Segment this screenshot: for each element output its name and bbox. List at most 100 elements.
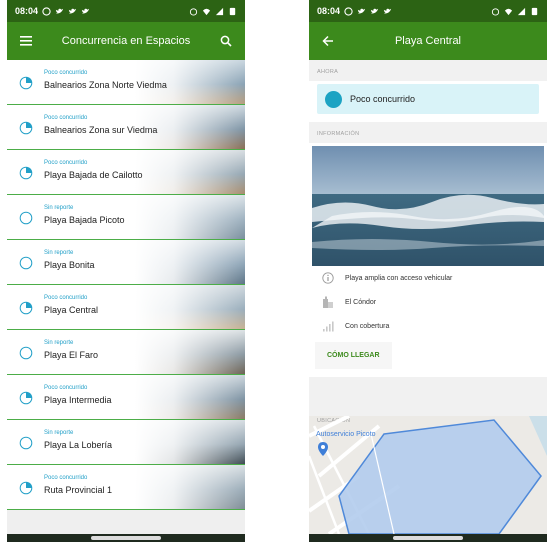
occupancy-low-icon <box>19 301 33 315</box>
whatsapp-icon <box>344 6 353 16</box>
thumbnail-fade <box>135 150 245 194</box>
occupancy-card: Poco concurrido <box>309 81 547 122</box>
occupancy-empty-icon <box>19 436 33 450</box>
back-button[interactable] <box>319 32 337 50</box>
app-title: Concurrencia en Espacios <box>61 35 191 47</box>
place-name: Playa Intermedia <box>44 395 112 405</box>
place-name: Playa La Lobería <box>44 440 113 450</box>
place-list-item[interactable]: Poco concurrido Balnearios Zona Norte Vie… <box>7 60 245 105</box>
signal-icon <box>321 319 335 333</box>
occupancy-low-icon <box>19 481 33 495</box>
occupancy-low-icon <box>19 121 33 135</box>
menu-button[interactable] <box>17 32 35 50</box>
battery-icon <box>229 7 236 15</box>
status-bar: 08:04 <box>7 0 245 22</box>
thumbnail-fade <box>135 330 245 374</box>
whatsapp-icon <box>42 6 51 16</box>
place-status: Poco concurrido <box>44 385 88 391</box>
buildings-icon <box>321 295 335 309</box>
occupancy-low-icon <box>19 76 33 90</box>
list-screen: 08:04 Concurrencia en Espacios Poco conc… <box>7 0 245 542</box>
place-list-item[interactable]: Poco concurrido Balnearios Zona sur Viedm… <box>7 105 245 150</box>
now-section-label: AHORA <box>317 69 339 75</box>
place-name: Ruta Provincial 1 <box>44 485 113 495</box>
occupancy-empty-icon <box>19 346 33 360</box>
info-icon <box>321 271 335 285</box>
map-pin-icon[interactable] <box>318 442 328 456</box>
battery-icon <box>531 7 538 15</box>
map-poi-label[interactable]: Autoservicio Picoto <box>316 431 376 438</box>
cell-signal-icon <box>517 7 526 15</box>
place-name: Playa El Faro <box>44 350 99 360</box>
place-name: Playa Bonita <box>44 260 95 270</box>
info-line-text: El Cóndor <box>345 298 377 306</box>
beach-photo <box>312 146 544 266</box>
place-list-item[interactable]: Sin reporte Playa Bonita <box>7 240 245 285</box>
place-status: Poco concurrido <box>44 160 88 166</box>
search-button[interactable] <box>217 32 235 50</box>
twitter-icon <box>383 8 392 14</box>
info-list: Playa amplia con acceso vehicular El Cónd… <box>309 266 547 338</box>
home-indicator[interactable] <box>91 536 161 540</box>
occupancy-low-icon <box>19 166 33 180</box>
thumbnail-fade <box>135 285 245 329</box>
app-bar: Concurrencia en Espacios <box>7 22 245 60</box>
place-status: Sin reporte <box>44 340 74 346</box>
info-line-text: Con cobertura <box>345 322 390 330</box>
place-status: Sin reporte <box>44 205 74 211</box>
info-section-label: INFORMACIÓN <box>317 131 360 137</box>
thumbnail-fade <box>135 195 245 239</box>
place-name: Balnearios Zona sur Viedma <box>44 125 158 135</box>
occupancy-empty-icon <box>19 211 33 225</box>
twitter-icon <box>55 8 64 14</box>
app-bar: Playa Central <box>309 22 547 60</box>
info-line: Con cobertura <box>309 314 547 338</box>
back-arrow-icon <box>322 35 333 47</box>
wifi-icon <box>504 8 513 15</box>
info-line: El Cóndor <box>309 290 547 314</box>
cell-signal-icon <box>215 7 224 15</box>
place-status: Poco concurrido <box>44 70 88 76</box>
twitter-icon <box>68 8 77 14</box>
beach-photo-image <box>312 146 544 266</box>
wifi-icon <box>202 8 211 15</box>
place-list-item[interactable]: Poco concurrido Playa Central <box>7 285 245 330</box>
occupancy-status-text: Poco concurrido <box>350 94 416 104</box>
thumbnail-fade <box>135 375 245 419</box>
directions-button[interactable]: CÓMO LLEGAR <box>315 342 392 369</box>
place-list-item[interactable]: Sin reporte Playa El Faro <box>7 330 245 375</box>
place-list-item[interactable]: Poco concurrido Playa Intermedia <box>7 375 245 420</box>
place-list-item[interactable]: Sin reporte Playa Bajada Picoto <box>7 195 245 240</box>
location-map[interactable]: UBICACIÓN Autoservicio Picoto <box>309 416 547 534</box>
twitter-icon <box>357 8 366 14</box>
place-name: Playa Central <box>44 305 99 315</box>
place-status: Poco concurrido <box>44 475 88 481</box>
place-list-item[interactable]: Poco concurrido Playa Bajada de Cailotto <box>7 150 245 195</box>
thumbnail-fade <box>135 240 245 284</box>
system-nav-bar <box>309 534 547 542</box>
twitter-icon <box>370 8 379 14</box>
status-time: 08:04 <box>317 6 341 16</box>
place-status: Sin reporte <box>44 250 74 256</box>
place-name: Balnearios Zona Norte Viedma <box>44 80 167 90</box>
place-name: Playa Bajada Picoto <box>44 215 125 225</box>
alarm-icon <box>189 7 198 16</box>
info-line: Playa amplia con acceso vehicular <box>309 266 547 290</box>
info-line-text: Playa amplia con acceso vehicular <box>345 274 453 282</box>
thumbnail-fade <box>135 465 245 509</box>
home-indicator[interactable] <box>393 536 463 540</box>
search-icon <box>220 35 232 47</box>
occupancy-indicator-icon <box>325 90 342 108</box>
occupancy-low-icon <box>19 391 33 405</box>
detail-screen: 08:04 Playa Central AHORA Poco concurrid… <box>309 0 547 542</box>
place-status: Sin reporte <box>44 430 74 436</box>
place-list-item[interactable]: Poco concurrido Ruta Provincial 1 <box>7 465 245 510</box>
system-nav-bar <box>7 534 245 542</box>
occupancy-empty-icon <box>19 256 33 270</box>
alarm-icon <box>491 7 500 16</box>
place-list-item[interactable]: Sin reporte Playa La Lobería <box>7 420 245 465</box>
place-status: Poco concurrido <box>44 115 88 121</box>
app-title: Playa Central <box>394 35 462 47</box>
place-list: Poco concurrido Balnearios Zona Norte Vie… <box>7 60 245 534</box>
occupancy-status: Poco concurrido <box>317 84 539 114</box>
